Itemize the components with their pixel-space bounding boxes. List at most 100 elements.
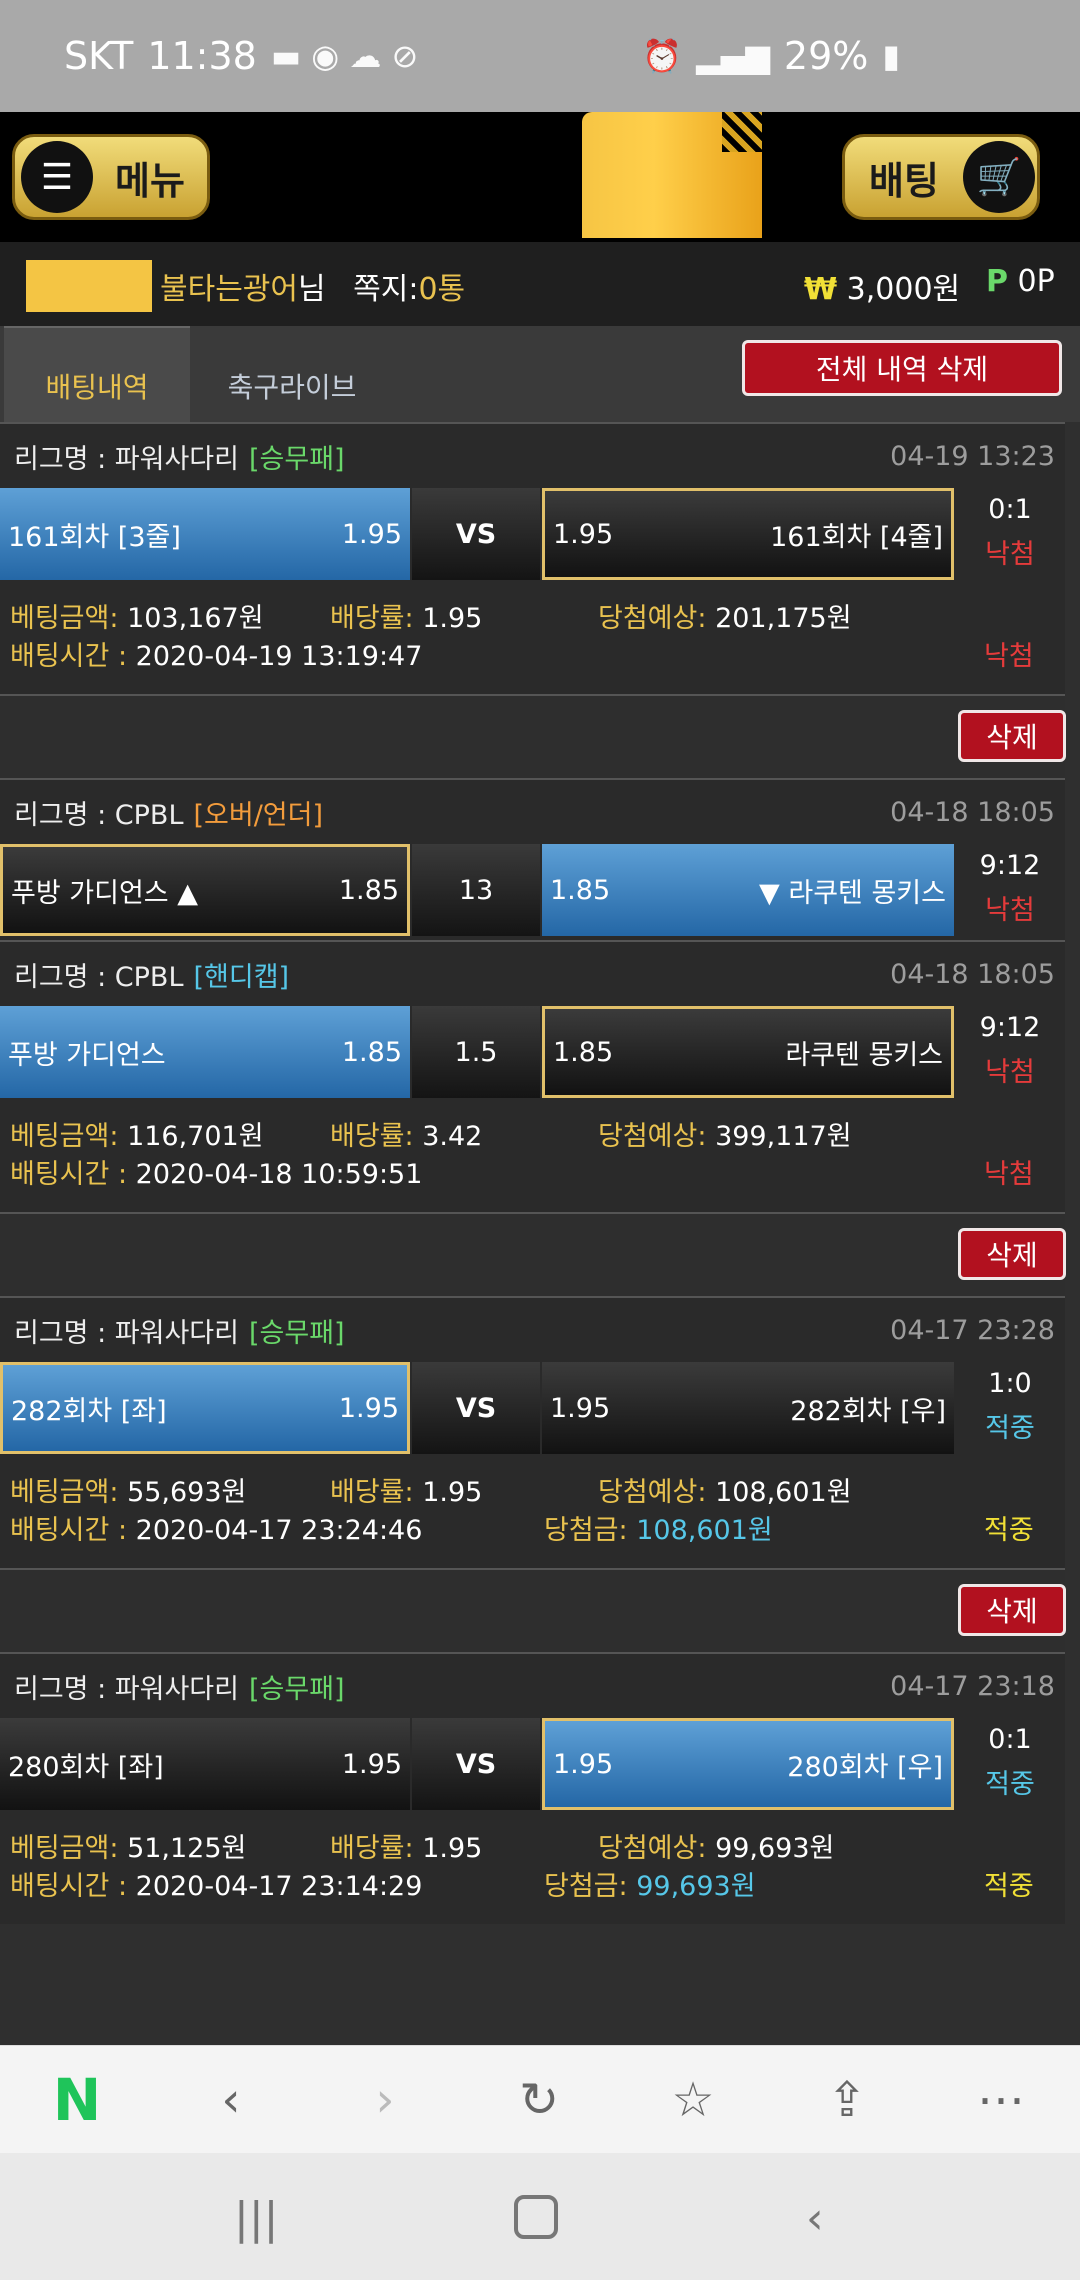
bet-status: 적중 [984,1515,1034,1546]
status-bar: SKT 11:38 ▬ ◉ ☁ ⊘ ⏰ ▂▄▆ 29% ▮ [0,0,1080,112]
bookmark-star-icon[interactable]: ☆ [616,2072,770,2128]
user-info: 불타는광어님 쪽지:0통 [160,264,465,308]
match-row: 푸방 가디언스 1.85 1.5 1.85 라쿠텐 몽키스 9:12 낙첨 [0,1006,1065,1102]
home-odds: 1.95 [338,1392,399,1424]
system-nav-bar: ||| ‹ [0,2153,1080,2280]
league-name: 리그명 : CPBL [14,799,184,831]
match-row: 푸방 가디언스 ▲ 1.85 13 1.85 ▼ 라쿠텐 몽키스 9:12 낙첨 [0,844,1065,940]
cart-icon: 🛒 [962,141,1035,213]
match-center: 1.5 [412,1006,540,1098]
bet-status: 적중 [984,1871,1034,1902]
away-team-cell: 1.85 라쿠텐 몽키스 [542,1006,954,1098]
away-team: 161회차 [4줄] [770,521,943,553]
bet-label: 배팅 [869,158,939,203]
naver-home-icon[interactable]: N [0,2066,154,2134]
refresh-icon[interactable]: ↻ [462,2072,616,2128]
home-team: 푸방 가디언스 ▲ [11,877,198,909]
home-odds: 1.85 [338,874,399,906]
signal-icon: ▂▄▆ [696,37,770,75]
match-score: 0:1 [988,1724,1032,1755]
tab-betting-history[interactable]: 배팅내역 [4,326,190,422]
forward-icon[interactable]: › [308,2072,462,2128]
win-label: 당첨금: [544,1871,628,1902]
bet-button[interactable]: 배팅 🛒 [842,134,1040,220]
expect-label: 당첨예상: [598,1477,707,1508]
match-row: 161회차 [3줄] 1.95 VS 1.95 161회차 [4줄] 0:1 낙첨 [0,488,1065,584]
bet-type: [승무패] [248,1317,345,1349]
tab-betting-history-label: 배팅내역 [45,371,149,404]
back-icon[interactable]: ‹ [154,2072,308,2128]
match-row: 282회차 [좌] 1.95 VS 1.95 282회차 [우] 1:0 적중 [0,1362,1065,1458]
match-result: 낙첨 [985,1057,1035,1088]
league-row: 리그명 : CPBL [오버/언더] 04-18 18:05 [0,778,1065,844]
site-logo[interactable] [582,112,762,238]
share-icon[interactable]: ⇪ [770,2072,924,2128]
alarm-icon: ⏰ [642,37,683,75]
away-team: ▼ 라쿠텐 몽키스 [759,877,946,909]
delete-button[interactable]: 삭제 [958,1584,1066,1636]
league-date: 04-18 18:05 [890,958,1055,990]
match-score: 9:12 [979,1012,1041,1043]
notification-icons: ▬ ◉ ☁ ⊘ [270,37,419,75]
battery-percent: 29% [783,34,869,78]
home-team: 푸방 가디언스 [8,1039,166,1071]
match-result: 적중 [985,1413,1035,1444]
away-odds: 1.85 [553,1036,614,1068]
home-icon[interactable] [514,2195,558,2239]
home-team-cell: 282회차 [좌] 1.95 [0,1362,410,1454]
user-name: 불타는광어 [160,272,298,307]
menu-button[interactable]: ☰ 메뉴 [12,134,210,220]
system-back-icon[interactable]: ‹ [806,2193,824,2244]
bet-amount: 103,167원 [127,603,264,634]
expected-win: 108,601원 [715,1477,852,1508]
delete-button[interactable]: 삭제 [958,1228,1066,1280]
delete-all-button[interactable]: 전체 내역 삭제 [742,340,1062,396]
bet-rate: 3.42 [422,1121,483,1152]
bet-type: [승무패] [248,443,345,475]
browser-toolbar: N ‹ › ↻ ☆ ⇪ ⋯ [0,2045,1080,2153]
match-center: VS [412,1362,540,1454]
away-odds: 1.95 [550,1392,611,1424]
home-team-cell: 푸방 가디언스 ▲ 1.85 [0,844,410,936]
bet-time: 2020-04-17 23:14:29 [135,1871,423,1902]
bet-rate: 1.95 [422,1833,483,1864]
rate-label: 배당률: [330,603,414,634]
home-odds: 1.95 [341,1748,402,1780]
win-amount: 108,601원 [636,1515,773,1546]
points-display: P 0P [986,264,1055,299]
recent-apps-icon[interactable]: ||| [234,2193,278,2244]
message-count[interactable]: 0통 [418,272,465,307]
time-label: 배팅시간 : [10,1159,128,1190]
home-team-cell: 161회차 [3줄] 1.95 [0,488,410,580]
rate-label: 배당률: [330,1477,414,1508]
league-date: 04-18 18:05 [890,796,1055,828]
top-bar: ☰ 메뉴 배팅 🛒 [0,112,1080,242]
bet-rate: 1.95 [422,603,483,634]
bet-type: [승무패] [248,1673,345,1705]
bet-time: 2020-04-19 13:19:47 [135,641,423,672]
win-label: 당첨금: [544,1515,628,1546]
away-team: 라쿠텐 몽키스 [785,1039,943,1071]
bet-status: 낙첨 [984,641,1034,672]
bet-time: 2020-04-18 10:59:51 [135,1159,423,1190]
away-odds: 1.85 [550,874,611,906]
bet-summary: 베팅금액: 51,125원 배당률: 1.95 당첨예상: 99,693원 배팅시간 … [0,1814,1065,1924]
bet-summary: 베팅금액: 116,701원 배당률: 3.42 당첨예상: 399,117원 배팅시… [0,1102,1065,1212]
tab-soccer-live[interactable]: 축구라이브 [192,326,392,422]
league-row: 리그명 : 파워사다리 [승무패] 04-17 23:28 [0,1296,1065,1362]
delete-row: 삭제 [0,1568,1066,1652]
level-badge [26,260,152,312]
amount-label: 베팅금액: [10,1121,119,1152]
money-display: ₩ 3,000원 [804,264,960,308]
match-result: 적중 [985,1769,1035,1800]
menu-label: 메뉴 [115,158,185,203]
more-icon[interactable]: ⋯ [924,2072,1078,2128]
time-label: 배팅시간 : [10,1515,128,1546]
league-row: 리그명 : 파워사다리 [승무패] 04-17 23:18 [0,1652,1065,1718]
away-team: 280회차 [우] [787,1751,943,1783]
league-name: 리그명 : 파워사다리 [14,1673,239,1705]
amount-label: 베팅금액: [10,1477,119,1508]
match-center: VS [412,488,540,580]
battery-icon: ▮ [882,37,900,75]
delete-button[interactable]: 삭제 [958,710,1066,762]
